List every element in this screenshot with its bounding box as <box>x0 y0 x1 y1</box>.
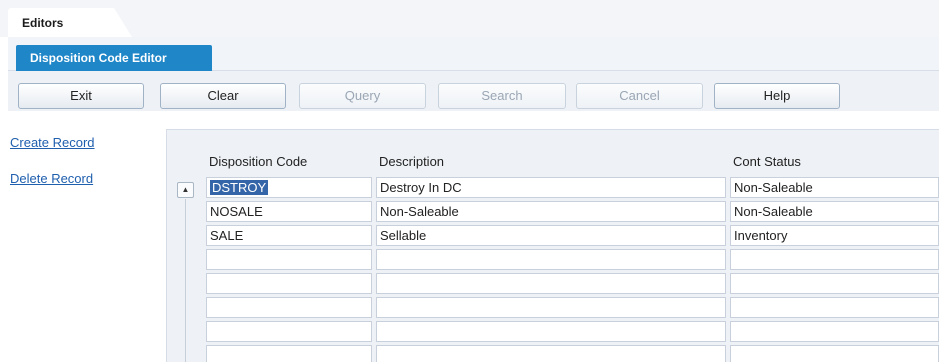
description-cell[interactable]: Destroy In DC <box>376 177 726 198</box>
cont-status-cell[interactable] <box>730 345 939 362</box>
scroll-up-arrow-icon[interactable]: ▲ <box>177 182 194 198</box>
column-header-description[interactable]: Description <box>379 154 444 169</box>
cont-status-cell[interactable] <box>730 297 939 318</box>
delete-record-link[interactable]: Delete Record <box>10 171 95 186</box>
description-cell[interactable] <box>376 249 726 270</box>
disposition-code-cell[interactable]: SALE <box>206 225 372 246</box>
column-header-cont-status[interactable]: Cont Status <box>733 154 801 169</box>
inner-tab-bar: Disposition Code Editor <box>8 37 939 71</box>
query-button[interactable]: Query <box>299 83 426 109</box>
scrollbar-track[interactable] <box>185 199 186 362</box>
cont-status-cell[interactable]: Non-Saleable <box>730 201 939 222</box>
tab-disposition-code-editor[interactable]: Disposition Code Editor <box>16 45 212 71</box>
disposition-code-cell[interactable] <box>206 297 372 318</box>
outer-tab-bar: Editors <box>0 0 939 37</box>
cont-status-cell[interactable] <box>730 273 939 294</box>
cont-status-cell[interactable] <box>730 249 939 270</box>
cont-status-cell[interactable] <box>730 321 939 342</box>
description-cell[interactable] <box>376 345 726 362</box>
tab-editors[interactable]: Editors <box>8 8 132 37</box>
description-cell[interactable]: Non-Saleable <box>376 201 726 222</box>
description-cell[interactable] <box>376 297 726 318</box>
description-cell[interactable] <box>376 321 726 342</box>
description-cell[interactable]: Sellable <box>376 225 726 246</box>
disposition-code-cell[interactable]: DSTROY <box>206 177 372 198</box>
exit-button[interactable]: Exit <box>18 83 144 109</box>
disposition-code-cell[interactable]: NOSALE <box>206 201 372 222</box>
action-links: Create Record Delete Record <box>10 135 95 186</box>
disposition-code-cell[interactable] <box>206 321 372 342</box>
description-cell[interactable] <box>376 273 726 294</box>
cont-status-cell[interactable]: Inventory <box>730 225 939 246</box>
selected-text: DSTROY <box>210 180 269 195</box>
toolbar: Exit Clear Query Search Cancel Help <box>8 71 939 111</box>
cancel-button[interactable]: Cancel <box>576 83 703 109</box>
column-header-disposition-code[interactable]: Disposition Code <box>209 154 307 169</box>
search-button[interactable]: Search <box>438 83 566 109</box>
clear-button[interactable]: Clear <box>160 83 286 109</box>
disposition-code-cell[interactable] <box>206 249 372 270</box>
disposition-code-cell[interactable] <box>206 345 372 362</box>
create-record-link[interactable]: Create Record <box>10 135 95 150</box>
disposition-code-cell[interactable] <box>206 273 372 294</box>
help-button[interactable]: Help <box>714 83 840 109</box>
cont-status-cell[interactable]: Non-Saleable <box>730 177 939 198</box>
